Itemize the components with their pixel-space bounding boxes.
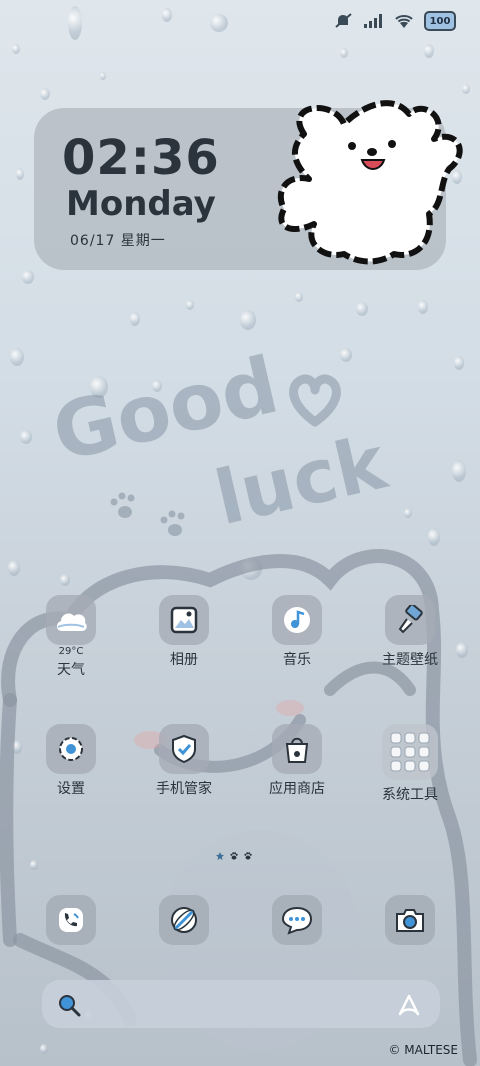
app-themes[interactable]: 主题壁纸 <box>365 595 455 669</box>
page-dot-paw-icon[interactable] <box>244 852 252 860</box>
weather-cloud-icon[interactable] <box>46 595 96 645</box>
clock-weekday: Monday <box>66 184 216 224</box>
paw-prints-decoration <box>110 492 185 536</box>
battery-indicator: 100 <box>424 11 456 31</box>
app-phone-manager[interactable]: 手机管家 <box>139 724 229 798</box>
app-label: 手机管家 <box>156 781 212 797</box>
app-music[interactable]: 音乐 <box>252 595 342 669</box>
mute-icon <box>334 12 354 30</box>
theme-brush-icon[interactable] <box>385 595 435 645</box>
security-shield-icon[interactable] <box>159 724 209 774</box>
clock-date: 06/17 星期一 <box>70 233 166 249</box>
wifi-icon <box>394 12 414 30</box>
assistant-icon[interactable] <box>396 992 422 1018</box>
clock-widget[interactable]: 02:36 Monday 06/17 星期一 <box>34 100 463 270</box>
app-store[interactable]: 应用商店 <box>252 724 342 798</box>
page-dot-active-icon[interactable] <box>216 852 224 860</box>
page-dot-paw-icon[interactable] <box>230 852 238 860</box>
messages-icon[interactable] <box>272 895 322 945</box>
phone-icon[interactable] <box>46 895 96 945</box>
app-gallery[interactable]: 相册 <box>139 595 229 669</box>
clock-time: 02:36 <box>62 130 220 186</box>
copyright-text: © MALTESE <box>388 1043 458 1057</box>
app-label: 设置 <box>57 781 85 797</box>
camera-icon[interactable] <box>385 895 435 945</box>
weather-temperature: 29°C <box>58 646 84 657</box>
app-label: 主题壁纸 <box>382 652 438 668</box>
home-screen: { "status_bar": { "battery": "100" }, "c… <box>0 0 480 1066</box>
app-store-bag-icon[interactable] <box>272 724 322 774</box>
status-bar: 100 <box>334 10 456 32</box>
browser-icon[interactable] <box>159 895 209 945</box>
settings-gear-icon[interactable] <box>46 724 96 774</box>
app-label: 天气 <box>57 662 85 678</box>
app-label: 相册 <box>170 652 198 668</box>
music-icon[interactable] <box>272 595 322 645</box>
search-icon[interactable] <box>56 992 82 1018</box>
app-settings[interactable]: 设置 <box>26 724 116 798</box>
signal-icon <box>364 12 384 30</box>
gallery-icon[interactable] <box>159 595 209 645</box>
system-tools-folder-icon[interactable] <box>382 724 438 780</box>
app-label: 音乐 <box>283 652 311 668</box>
page-indicator[interactable] <box>216 852 252 860</box>
app-weather[interactable]: 29°C 天气 <box>26 595 116 679</box>
app-label: 系统工具 <box>382 787 438 803</box>
search-bar[interactable] <box>42 980 440 1028</box>
heart-doodle-icon <box>289 374 341 427</box>
app-system-tools[interactable]: 系统工具 <box>365 724 455 804</box>
maltese-dog-icon <box>277 100 463 265</box>
app-label: 应用商店 <box>269 781 325 797</box>
